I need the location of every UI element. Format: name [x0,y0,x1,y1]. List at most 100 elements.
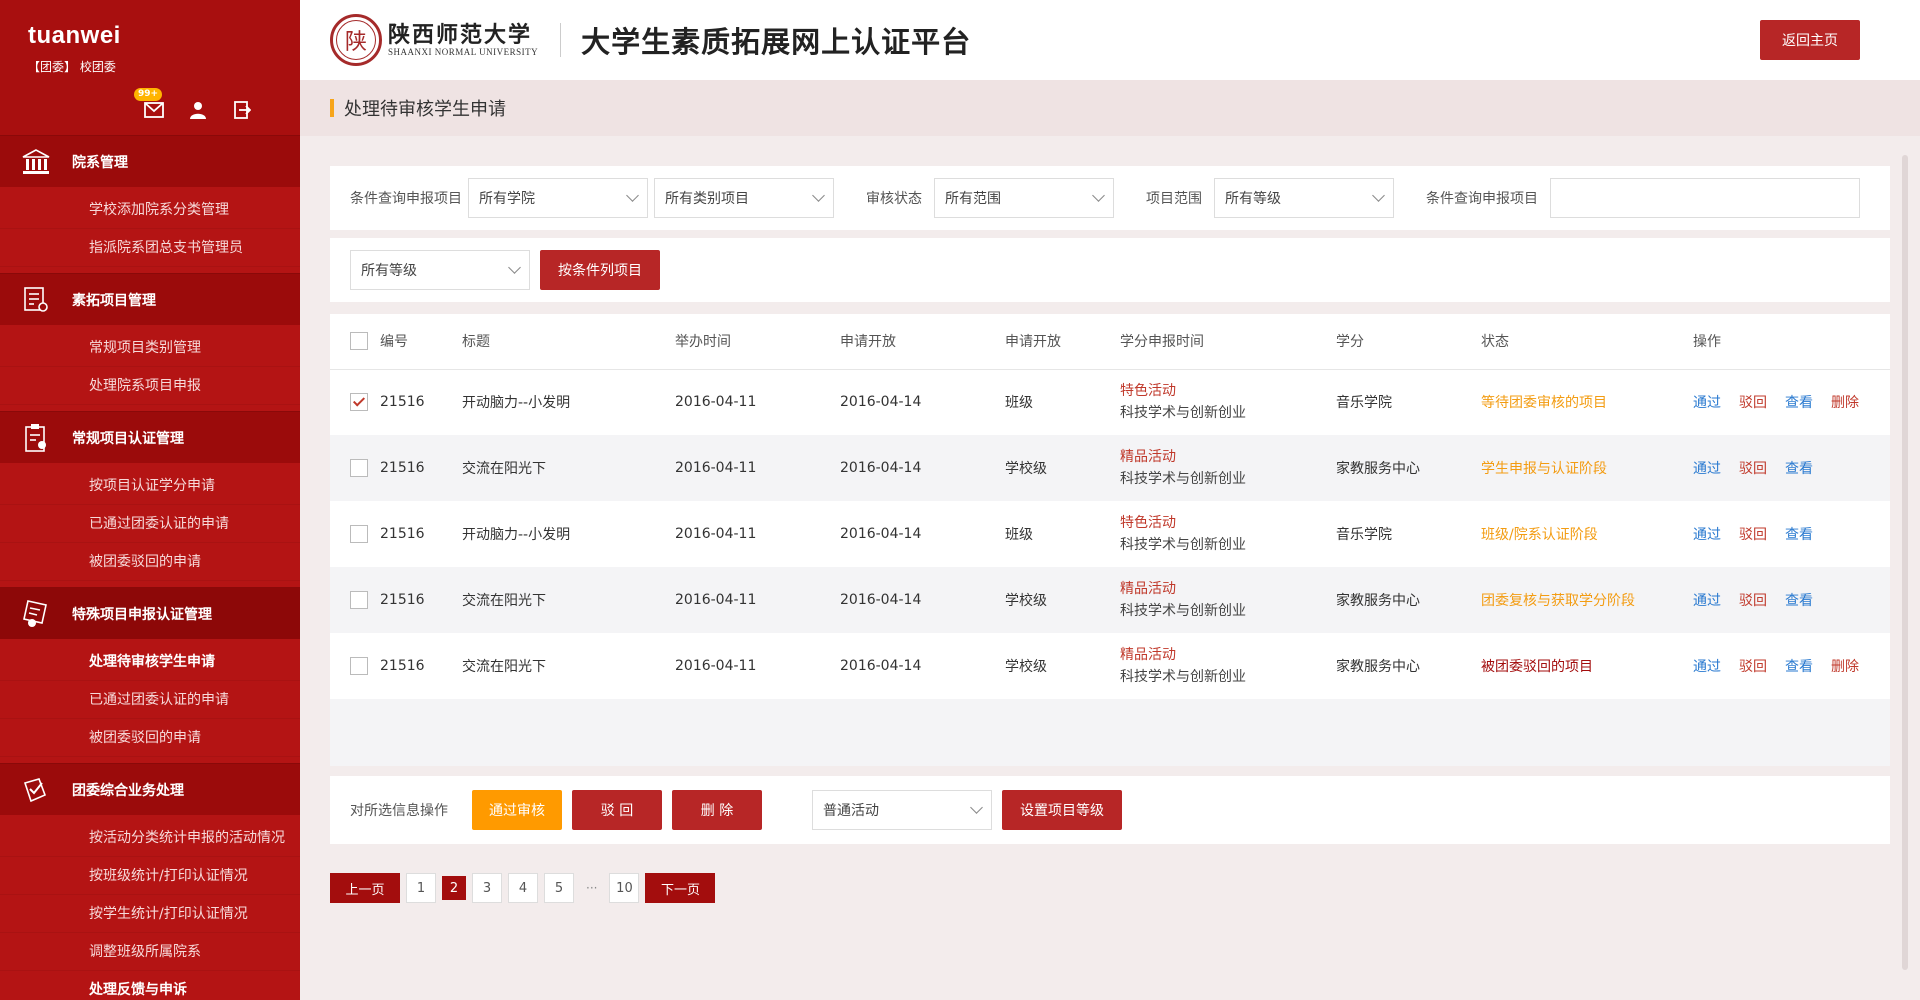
sidebar-item-stats-by-activity[interactable]: 按活动分类统计申报的活动情况 [0,819,300,857]
sidebar-group-title: 特殊项目申报认证管理 [72,606,212,623]
cell-title: 交流在阳光下 [462,593,546,609]
cell-level: 学校级 [1005,593,1047,609]
approve-link[interactable]: 通过 [1693,659,1721,675]
category-select-value: 所有类别项目 [665,191,749,207]
scope-select[interactable]: 所有范围 [934,178,1114,218]
return-home-button[interactable]: 返回主页 [1760,20,1860,60]
sidebar-item-adjust-class-department[interactable]: 调整班级所属院系 [0,933,300,971]
reject-link[interactable]: 驳回 [1739,395,1767,411]
approve-link[interactable]: 通过 [1693,395,1721,411]
row-checkbox[interactable] [350,459,368,477]
category-select[interactable]: 所有类别项目 [654,178,834,218]
query-text-input[interactable] [1550,178,1860,218]
cell-date: 2016-04-11 [675,658,757,674]
cell-title: 开动脑力--小发明 [462,527,571,543]
row-checkbox[interactable] [350,525,368,543]
delete-link[interactable]: 删除 [1831,659,1859,675]
level-select-2[interactable]: 所有等级 [350,250,530,290]
sidebar-item-add-department-category[interactable]: 学校添加院系分类管理 [0,191,300,229]
approve-link[interactable]: 通过 [1693,593,1721,609]
cell-level: 班级 [1005,395,1033,412]
cell-id: 21516 [380,394,425,411]
sidebar-group-general-affairs[interactable]: 团委综合业务处理 [0,763,300,815]
activity-type-select[interactable]: 普通活动 [812,790,992,830]
cell-id: 21516 [380,526,425,542]
cell-category-field: 科技学术与创新创业 [1120,603,1246,619]
approve-selected-button[interactable]: 通过审核 [472,790,562,830]
sidebar-group-special-certification[interactable]: 特殊项目申报认证管理 [0,587,300,639]
list-by-condition-button[interactable]: 按条件列项目 [540,250,660,290]
set-level-button[interactable]: 设置项目等级 [1002,790,1122,830]
row-checkbox[interactable] [350,591,368,609]
query-label-2: 条件查询申报项目 [1426,191,1538,207]
university-logo-icon: 陕 [330,14,382,66]
level-select[interactable]: 所有等级 [1214,178,1394,218]
logout-button[interactable] [228,96,256,124]
sidebar-group-departments[interactable]: 院系管理 [0,135,300,187]
reject-selected-button[interactable]: 驳 回 [572,790,662,830]
row-checkbox[interactable] [350,657,368,675]
select-all-checkbox[interactable] [350,332,368,351]
list-settings-icon [24,286,48,312]
view-link[interactable]: 查看 [1785,461,1813,477]
cell-college: 音乐学院 [1336,527,1392,543]
col-header-id: 编号 [380,334,408,351]
reject-link[interactable]: 驳回 [1739,593,1767,609]
page-4[interactable]: 4 [508,873,538,903]
page-3[interactable]: 3 [472,873,502,903]
cell-id: 21516 [380,592,425,608]
chevron-down-icon [508,261,521,274]
sidebar-item-rejected[interactable]: 被团委驳回的申请 [0,543,300,581]
next-page-button[interactable]: 下一页 [645,873,716,903]
page-scrollbar[interactable] [1902,155,1908,970]
sidebar-item-feedback[interactable]: 处理反馈与申诉 [0,971,300,1000]
table-row: 21516 交流在阳光下 2016-04-11 2016-04-14 学校级 精… [330,567,1890,633]
cell-date: 2016-04-11 [675,460,757,476]
page-1[interactable]: 1 [406,873,436,903]
view-link[interactable]: 查看 [1785,593,1813,609]
cell-category-type: 特色活动 [1120,515,1176,531]
sidebar-item-project-categories[interactable]: 常规项目类别管理 [0,329,300,367]
sidebar-item-pending-applications[interactable]: 处理待审核学生申请 [0,643,300,681]
page-last[interactable]: 10 [609,873,640,903]
activity-type-value: 普通活动 [823,803,879,819]
sidebar-item-approved[interactable]: 已通过团委认证的申请 [0,505,300,543]
sidebar-group-project-management[interactable]: 素拓项目管理 [0,273,300,325]
prev-page-button[interactable]: 上一页 [330,873,400,903]
sidebar-item-department-projects[interactable]: 处理院系项目申报 [0,367,300,405]
col-header-credit-time: 学分申报时间 [1120,334,1204,351]
reject-link[interactable]: 驳回 [1739,527,1767,543]
sidebar-item-stats-by-class[interactable]: 按班级统计/打印认证情况 [0,857,300,895]
delete-selected-button[interactable]: 删 除 [672,790,762,830]
cell-category-field: 科技学术与创新创业 [1120,537,1246,553]
cell-level: 学校级 [1005,461,1047,477]
scope-select-value: 所有范围 [945,191,1001,207]
page-2-current[interactable]: 2 [442,876,466,900]
page-title: 处理待审核学生申请 [344,99,506,120]
approve-link[interactable]: 通过 [1693,461,1721,477]
sidebar-group-regular-certification[interactable]: 常规项目认证管理 [0,411,300,463]
sidebar: tuanwei 【团委】 校团委 99+ 院系管理 学校添加院系分类管理 指派院… [0,0,300,1000]
view-link[interactable]: 查看 [1785,527,1813,543]
sidebar-item-assign-secretary[interactable]: 指派院系团总支书管理员 [0,229,300,267]
user-role: 【团委】 校团委 [28,60,116,74]
cell-id: 21516 [380,460,425,476]
messages-button[interactable]: 99+ [134,88,168,124]
sidebar-item-rejected-special[interactable]: 被团委驳回的申请 [0,719,300,757]
reject-link[interactable]: 驳回 [1739,461,1767,477]
view-link[interactable]: 查看 [1785,659,1813,675]
cell-college: 家教服务中心 [1336,593,1420,609]
pagination-ellipsis: ··· [586,881,598,895]
reject-link[interactable]: 驳回 [1739,659,1767,675]
page-5[interactable]: 5 [544,873,574,903]
row-checkbox[interactable] [350,393,368,412]
sidebar-item-certify-credits[interactable]: 按项目认证学分申请 [0,467,300,505]
profile-button[interactable] [184,96,212,124]
sidebar-group-title: 团委综合业务处理 [72,782,184,799]
college-select[interactable]: 所有学院 [468,178,648,218]
view-link[interactable]: 查看 [1785,395,1813,411]
sidebar-item-stats-by-student[interactable]: 按学生统计/打印认证情况 [0,895,300,933]
sidebar-item-approved-special[interactable]: 已通过团委认证的申请 [0,681,300,719]
delete-link[interactable]: 删除 [1831,395,1859,411]
approve-link[interactable]: 通过 [1693,527,1721,543]
